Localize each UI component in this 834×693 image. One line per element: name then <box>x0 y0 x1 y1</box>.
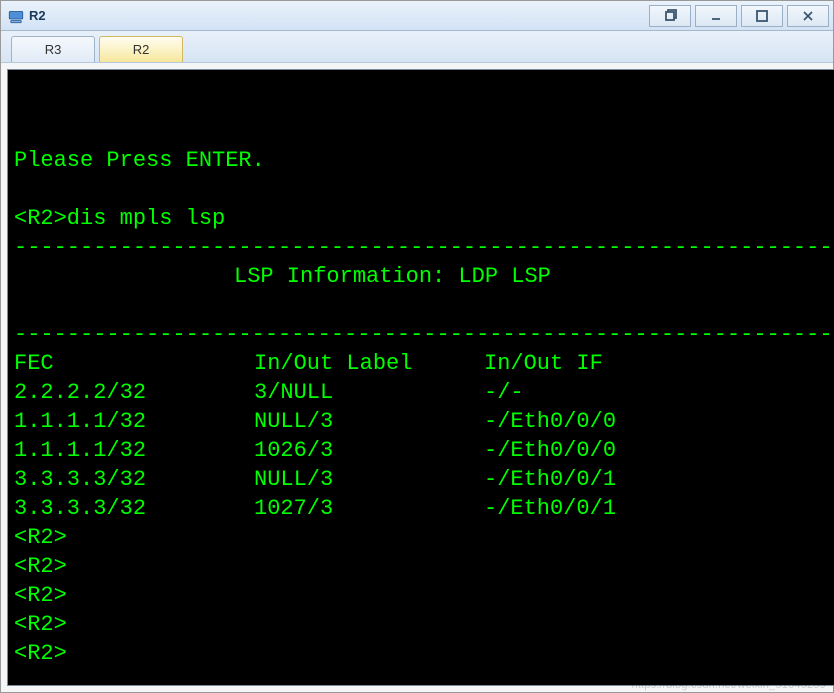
col-header-fec: FEC <box>14 349 254 378</box>
cell-fec: 1.1.1.1/32 <box>14 436 254 465</box>
minimize-button[interactable] <box>695 5 737 27</box>
cell-fec: 1.1.1.1/32 <box>14 407 254 436</box>
cell-io-label: NULL/3 <box>254 465 484 494</box>
cell-fec: 3.3.3.3/32 <box>14 494 254 523</box>
tab-label: R2 <box>133 42 150 57</box>
cell-io-if: -/- <box>484 378 524 407</box>
terminal-prompt: <R2> <box>14 641 67 666</box>
cell-fec: 2.2.2.2/32 <box>14 378 254 407</box>
lsp-table-row: 3.3.3.3/321027/3-/Eth0/0/1 <box>14 496 616 521</box>
cell-fec: 3.3.3.3/32 <box>14 465 254 494</box>
terminal-divider: ----------------------------------------… <box>14 235 834 260</box>
cell-io-label: 3/NULL <box>254 378 484 407</box>
close-button[interactable] <box>787 5 829 27</box>
app-window: R2 R3 R2 Please Press ENTER. <R2> <box>0 0 834 693</box>
tab-r2[interactable]: R2 <box>99 36 183 62</box>
maximize-button[interactable] <box>741 5 783 27</box>
lsp-table-row: 2.2.2.2/323/NULL-/- <box>14 380 524 405</box>
lsp-table-header: FECIn/Out LabelIn/Out IF <box>14 351 603 376</box>
lsp-table-row: 3.3.3.3/32NULL/3-/Eth0/0/1 <box>14 467 616 492</box>
terminal-prompt: <R2> <box>14 525 67 550</box>
lsp-section-title: LSP Information: LDP LSP <box>14 262 834 291</box>
terminal-prompt: <R2> <box>14 612 67 637</box>
tab-label: R3 <box>45 42 62 57</box>
terminal-prompt: <R2> <box>14 554 67 579</box>
window-title: R2 <box>29 8 46 23</box>
cell-io-label: 1026/3 <box>254 436 484 465</box>
terminal-divider: ----------------------------------------… <box>14 322 834 347</box>
titlebar: R2 <box>1 1 833 31</box>
cell-io-if: -/Eth0/0/0 <box>484 407 616 436</box>
col-header-io-label: In/Out Label <box>254 349 484 378</box>
cell-io-label: NULL/3 <box>254 407 484 436</box>
lsp-table-row: 1.1.1.1/32NULL/3-/Eth0/0/0 <box>14 409 616 434</box>
cell-io-label: 1027/3 <box>254 494 484 523</box>
client-area: Please Press ENTER. <R2>dis mpls lsp ---… <box>1 63 833 692</box>
lsp-table-row: 1.1.1.1/321026/3-/Eth0/0/0 <box>14 438 616 463</box>
window-controls <box>645 5 829 27</box>
restore-down-button[interactable] <box>649 5 691 27</box>
col-header-io-if: In/Out IF <box>484 349 603 378</box>
cell-io-if: -/Eth0/0/1 <box>484 465 616 494</box>
cell-io-if: -/Eth0/0/1 <box>484 494 616 523</box>
cell-io-if: -/Eth0/0/0 <box>484 436 616 465</box>
terminal-frame: Please Press ENTER. <R2>dis mpls lsp ---… <box>7 69 834 686</box>
terminal-prompt: <R2> <box>14 583 67 608</box>
tab-bar: R3 R2 <box>1 31 833 63</box>
terminal-output[interactable]: Please Press ENTER. <R2>dis mpls lsp ---… <box>8 70 834 685</box>
terminal-command: <R2>dis mpls lsp <box>14 206 225 231</box>
app-icon <box>7 7 25 25</box>
terminal-intro: Please Press ENTER. <box>14 148 265 173</box>
tab-r3[interactable]: R3 <box>11 36 95 62</box>
